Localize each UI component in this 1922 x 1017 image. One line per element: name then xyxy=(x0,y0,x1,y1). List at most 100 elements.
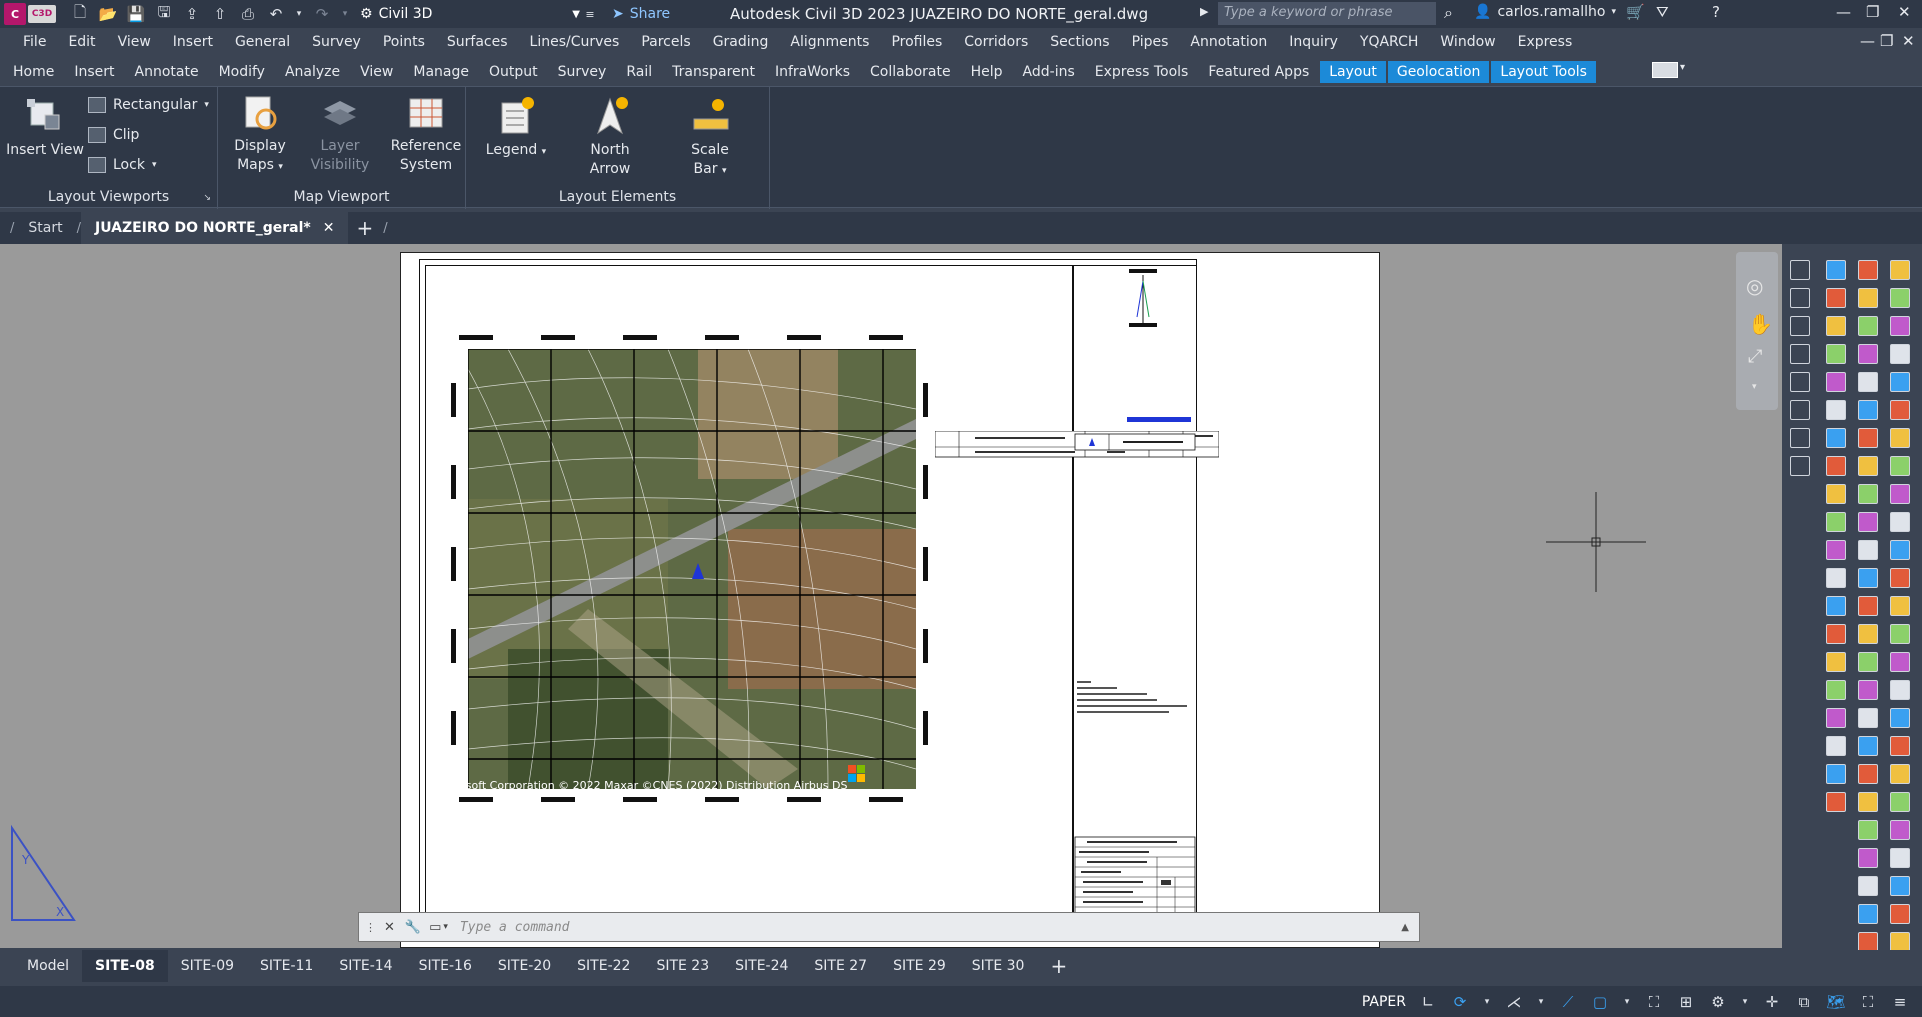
isolate-objects-icon[interactable]: ⧉ xyxy=(1794,993,1814,1011)
search-input[interactable]: Type a keyword or phrase xyxy=(1218,2,1436,25)
menu-item-view[interactable]: View xyxy=(107,34,162,50)
ribbon-tab-manage[interactable]: Manage xyxy=(404,61,478,83)
snap-icon[interactable]: ∟ xyxy=(1418,993,1438,1011)
autodesk-app-icon[interactable]: ⛛ xyxy=(1656,3,1669,21)
ribbon-tab-add-ins[interactable]: Add-ins xyxy=(1014,61,1084,83)
ribbon-tab-insert[interactable]: Insert xyxy=(65,61,123,83)
menu-item-general[interactable]: General xyxy=(224,34,301,50)
ribbon-tab-collaborate[interactable]: Collaborate xyxy=(861,61,960,83)
palette-tool-icon[interactable] xyxy=(1826,512,1846,532)
palette-tool-icon[interactable] xyxy=(1890,764,1910,784)
palette-tool-icon[interactable] xyxy=(1858,624,1878,644)
palette-tool-icon[interactable] xyxy=(1890,652,1910,672)
legend-button[interactable]: Legend ▾ xyxy=(484,95,548,162)
layout-tab-site-09[interactable]: SITE-09 xyxy=(168,950,247,982)
layout-tab-site-08[interactable]: SITE-08 xyxy=(82,950,168,982)
ribbon-tab-transparent[interactable]: Transparent xyxy=(663,61,764,83)
chevron-down-icon[interactable]: ▾ xyxy=(1536,993,1546,1011)
palette-tool-icon[interactable] xyxy=(1826,540,1846,560)
palette-tool-icon[interactable] xyxy=(1890,736,1910,756)
customize-qat-icon[interactable]: ≡ xyxy=(580,5,600,23)
menu-item-file[interactable]: File xyxy=(12,34,57,50)
palette-tool-icon[interactable] xyxy=(1858,260,1878,280)
fullscreen-icon[interactable]: ⛶ xyxy=(1858,993,1878,1011)
palette-tool-icon[interactable] xyxy=(1858,596,1878,616)
palette-tool-icon[interactable] xyxy=(1826,568,1846,588)
iso-draft-icon[interactable]: ⟋ xyxy=(1558,993,1578,1011)
customize-icon[interactable]: ≡ xyxy=(1890,993,1910,1011)
ribbon-tab-view[interactable]: View xyxy=(351,61,402,83)
ribbon-tab-layout[interactable]: Layout xyxy=(1320,61,1386,83)
wrench-icon[interactable]: 🔧 xyxy=(405,920,421,935)
layout-tab-site-24[interactable]: SITE-24 xyxy=(722,950,801,982)
menu-item-lines-curves[interactable]: Lines/Curves xyxy=(519,34,631,50)
object-snap-icon[interactable]: ▢ xyxy=(1590,993,1610,1011)
palette-tool-icon[interactable] xyxy=(1858,792,1878,812)
close-icon[interactable]: ✕ xyxy=(323,220,335,236)
palette-tool-icon[interactable] xyxy=(1826,260,1846,280)
palette-tool-icon[interactable] xyxy=(1858,876,1878,896)
palette-tool-icon[interactable] xyxy=(1890,428,1910,448)
palette-tool-icon[interactable] xyxy=(1858,316,1878,336)
palette-tool-icon[interactable] xyxy=(1826,288,1846,308)
layout-tab-site-22[interactable]: SITE-22 xyxy=(564,950,643,982)
new-tab-icon[interactable]: + xyxy=(356,216,373,240)
chevron-down-icon[interactable]: ▾ xyxy=(1482,993,1492,1011)
palette-tool-icon[interactable] xyxy=(1890,540,1910,560)
grip-icon[interactable]: ⋮ xyxy=(365,921,376,934)
save-icon[interactable]: 💾 xyxy=(126,5,146,23)
cart-icon[interactable]: 🛒 xyxy=(1626,3,1645,21)
palette-tool-icon[interactable] xyxy=(1890,848,1910,868)
user-account[interactable]: 👤 carlos.ramallho ▾ xyxy=(1474,4,1616,20)
menu-item-parcels[interactable]: Parcels xyxy=(630,34,701,50)
ribbon-tab-annotate[interactable]: Annotate xyxy=(126,61,208,83)
menu-item-points[interactable]: Points xyxy=(372,34,436,50)
cloud-open-icon[interactable]: ⇪ xyxy=(182,5,202,23)
palette-tool-icon[interactable] xyxy=(1890,484,1910,504)
chevron-down-icon[interactable]: ▾ xyxy=(1740,993,1750,1011)
palette-tool-icon[interactable] xyxy=(1858,736,1878,756)
palette-tool-icon[interactable] xyxy=(1826,344,1846,364)
palette-tool-icon[interactable] xyxy=(1858,344,1878,364)
palette-tool-icon[interactable] xyxy=(1890,288,1910,308)
polar-tracking-icon[interactable]: ⟳ xyxy=(1450,993,1470,1011)
palette-tool-icon[interactable] xyxy=(1890,316,1910,336)
open-folder-icon[interactable]: 📂 xyxy=(98,5,118,23)
palette-tool-icon[interactable] xyxy=(1826,456,1846,476)
palette-tool-icon[interactable] xyxy=(1890,400,1910,420)
display-maps-button[interactable]: Display Maps ▾ xyxy=(228,91,292,177)
palette-tool-icon[interactable] xyxy=(1890,932,1910,952)
ribbon-tab-help[interactable]: Help xyxy=(962,61,1012,83)
palette-tool-icon[interactable] xyxy=(1890,260,1910,280)
palette-tool-icon[interactable] xyxy=(1790,428,1810,448)
lock-viewport-button[interactable]: Lock ▾ xyxy=(88,157,156,173)
palette-tool-icon[interactable] xyxy=(1858,708,1878,728)
palette-tool-icon[interactable] xyxy=(1890,344,1910,364)
workspace-selector[interactable]: ⚙ Civil 3D ▼ xyxy=(360,3,580,25)
menu-item-surfaces[interactable]: Surfaces xyxy=(436,34,519,50)
menu-item-grading[interactable]: Grading xyxy=(702,34,780,50)
palette-tool-icon[interactable] xyxy=(1858,372,1878,392)
palette-tool-icon[interactable] xyxy=(1826,624,1846,644)
ribbon-minimize-toggle-icon[interactable] xyxy=(1652,62,1678,78)
tab-drawing[interactable]: JUAZEIRO DO NORTE_geral* ✕ xyxy=(80,212,349,244)
palette-tool-icon[interactable] xyxy=(1858,540,1878,560)
chevron-up-icon[interactable]: ▲ xyxy=(1401,922,1409,933)
app-logo[interactable]: C xyxy=(4,3,26,25)
layout-tab-site-11[interactable]: SITE-11 xyxy=(247,950,326,982)
palette-tool-icon[interactable] xyxy=(1858,568,1878,588)
layout-tab-site-14[interactable]: SITE-14 xyxy=(326,950,405,982)
ribbon-tab-survey[interactable]: Survey xyxy=(549,61,616,83)
gear-icon[interactable]: ⚙ xyxy=(1708,993,1728,1011)
palette-tool-icon[interactable] xyxy=(1858,512,1878,532)
ribbon-tab-express-tools[interactable]: Express Tools xyxy=(1086,61,1198,83)
menu-item-edit[interactable]: Edit xyxy=(57,34,106,50)
palette-tool-icon[interactable] xyxy=(1858,400,1878,420)
ribbon-tab-output[interactable]: Output xyxy=(480,61,547,83)
search-icon[interactable]: ⌕ xyxy=(1444,3,1453,23)
palette-tool-icon[interactable] xyxy=(1826,316,1846,336)
undo-icon[interactable]: ↶ xyxy=(266,5,286,23)
layer-visibility-button[interactable]: Layer Visibility xyxy=(308,91,372,175)
menu-item-insert[interactable]: Insert xyxy=(162,34,224,50)
palette-tool-icon[interactable] xyxy=(1858,484,1878,504)
